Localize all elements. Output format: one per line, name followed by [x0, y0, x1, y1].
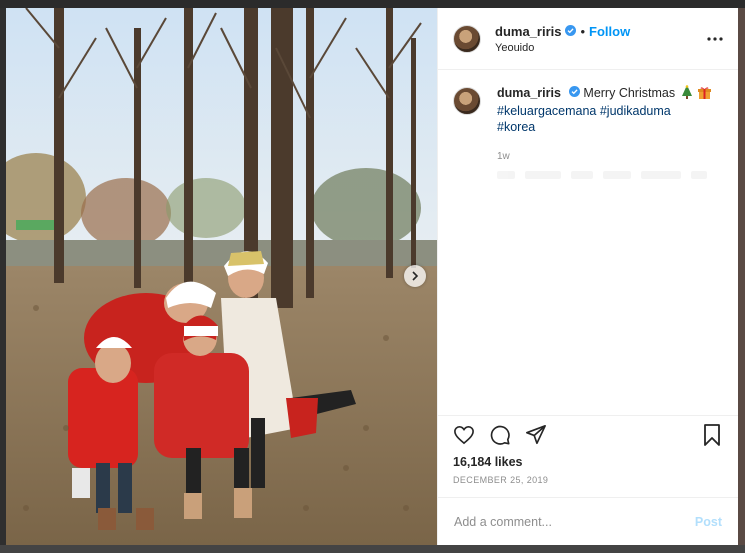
- comments-area: duma_riris Merry Christmas #keluargacema…: [438, 70, 738, 415]
- comment-icon[interactable]: [488, 423, 512, 447]
- hashtag-link[interactable]: #korea: [497, 120, 535, 134]
- likes-count[interactable]: 16,184 likes: [438, 453, 738, 469]
- hashtag-link[interactable]: #keluargacemana: [497, 104, 596, 118]
- share-icon[interactable]: [524, 423, 548, 447]
- caption: duma_riris Merry Christmas #keluargacema…: [453, 85, 723, 179]
- avatar[interactable]: [453, 87, 481, 115]
- verified-badge-icon: [568, 85, 580, 101]
- location-link[interactable]: Yeouido: [495, 42, 706, 54]
- comment-input[interactable]: [454, 514, 695, 529]
- backdrop: [0, 0, 745, 8]
- next-photo-button[interactable]: [404, 265, 426, 287]
- post-header: duma_riris • Follow Yeouido: [438, 8, 738, 70]
- gift-emoji: [698, 86, 712, 103]
- more-options-icon[interactable]: [706, 30, 724, 48]
- add-comment-bar: Post: [438, 497, 738, 545]
- post-date[interactable]: DECEMBER 25, 2019: [438, 469, 738, 497]
- photo-illustration: [6, 8, 437, 545]
- christmas-tree-emoji: [681, 85, 693, 103]
- avatar[interactable]: [453, 24, 481, 53]
- header-username[interactable]: duma_riris: [495, 24, 561, 39]
- bookmark-icon[interactable]: [700, 423, 724, 447]
- action-bar: [438, 415, 738, 453]
- backdrop: [0, 545, 745, 553]
- follow-button[interactable]: Follow: [589, 24, 630, 39]
- verified-badge-icon: [565, 24, 577, 39]
- post-modal: duma_riris • Follow Yeouido duma_riris M…: [6, 8, 738, 545]
- post-time-ago[interactable]: 1w: [497, 149, 711, 165]
- caption-username[interactable]: duma_riris: [497, 86, 561, 100]
- hashtag-link[interactable]: #judikaduma: [600, 104, 671, 118]
- post-side-panel: duma_riris • Follow Yeouido duma_riris M…: [437, 8, 738, 545]
- chevron-right-icon: [412, 271, 419, 281]
- caption-text: Merry Christmas: [583, 86, 676, 100]
- backdrop: [738, 8, 745, 545]
- post-photo: [6, 8, 437, 545]
- post-comment-button[interactable]: Post: [695, 515, 722, 529]
- heart-icon[interactable]: [452, 423, 476, 447]
- separator-dot: •: [580, 23, 586, 39]
- faded-row: [497, 171, 711, 179]
